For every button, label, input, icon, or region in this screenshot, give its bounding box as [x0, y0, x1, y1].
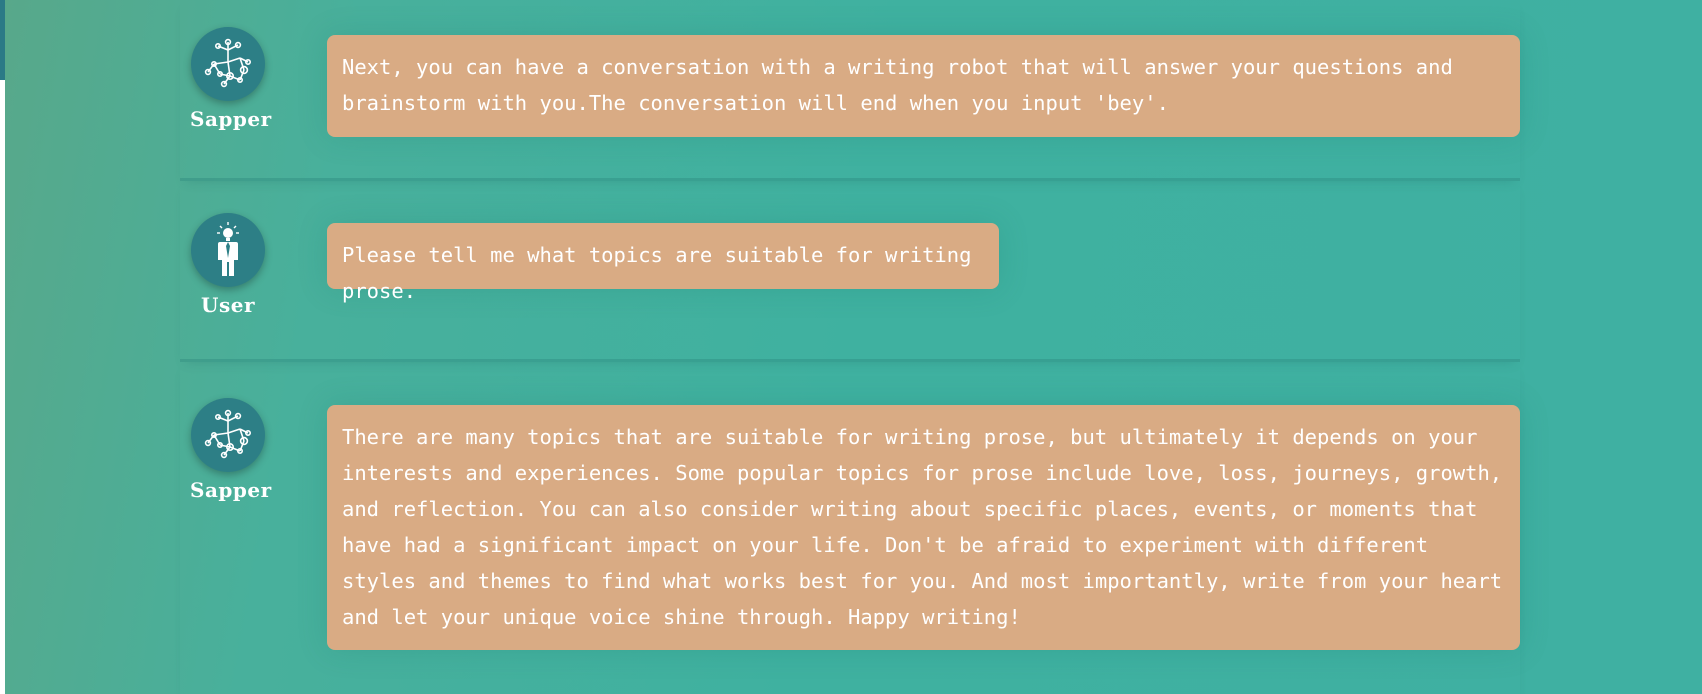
- window-left-edge: [0, 0, 5, 694]
- person-lightbulb-icon: [200, 220, 256, 280]
- message-author: Sapper: [190, 398, 272, 502]
- message-bubble: Please tell me what topics are suitable …: [327, 223, 999, 303]
- network-icon: [200, 407, 256, 463]
- message-bubble: Next, you can have a conversation with a…: [327, 35, 1520, 137]
- chat-message-assistant: Sapper There are many topics that are su…: [180, 362, 1520, 694]
- author-name: Sapper: [190, 478, 272, 502]
- author-name: User: [201, 293, 255, 317]
- avatar: [191, 27, 265, 101]
- message-author: User: [190, 213, 266, 317]
- network-icon: [200, 36, 256, 92]
- author-name: Sapper: [190, 107, 272, 131]
- sidebar-accent: [0, 0, 5, 80]
- chat-thread: Sapper Next, you can have a conversation…: [180, 0, 1520, 694]
- avatar: [191, 398, 265, 472]
- avatar: [191, 213, 265, 287]
- chat-message-assistant: Sapper Next, you can have a conversation…: [180, 0, 1520, 181]
- message-author: Sapper: [190, 27, 272, 131]
- chat-message-user: User Please tell me what topics are suit…: [180, 181, 1520, 362]
- message-bubble: There are many topics that are suitable …: [327, 405, 1520, 650]
